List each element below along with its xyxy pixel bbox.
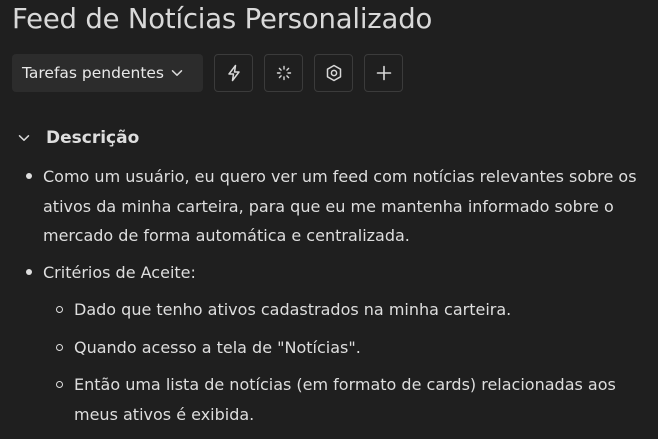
criteria-given: Dado que tenho ativos cadastrados na min… bbox=[43, 295, 658, 325]
toolbar: Tarefas pendentes bbox=[12, 54, 403, 92]
lightning-icon bbox=[226, 64, 242, 82]
automation-button[interactable] bbox=[214, 54, 253, 92]
settings-button[interactable] bbox=[314, 54, 353, 92]
criteria-label: Critérios de Aceite: bbox=[43, 262, 196, 282]
section-title: Descrição bbox=[46, 128, 140, 148]
criteria-then: Então uma lista de notícias (em formato … bbox=[43, 370, 658, 429]
chevron-down-icon bbox=[171, 69, 183, 77]
progress-button[interactable] bbox=[264, 54, 303, 92]
loading-icon bbox=[276, 65, 292, 81]
description-content: Como um usuário, eu quero ver um feed co… bbox=[0, 162, 658, 437]
page-title: Feed de Notícias Personalizado bbox=[12, 3, 433, 35]
status-dropdown-label: Tarefas pendentes bbox=[22, 64, 165, 82]
criteria-list: Dado que tenho ativos cadastrados na min… bbox=[43, 295, 658, 429]
plus-icon bbox=[376, 65, 392, 81]
user-story-item: Como um usuário, eu quero ver um feed co… bbox=[0, 162, 658, 251]
settings-hexagon-icon bbox=[325, 64, 343, 82]
acceptance-criteria-item: Critérios de Aceite: Dado que tenho ativ… bbox=[0, 258, 658, 430]
criteria-when: Quando acesso a tela de "Notícias". bbox=[43, 333, 658, 363]
add-button[interactable] bbox=[364, 54, 403, 92]
status-dropdown[interactable]: Tarefas pendentes bbox=[12, 54, 203, 92]
chevron-down-icon bbox=[18, 134, 34, 142]
description-section-toggle[interactable]: Descrição bbox=[18, 128, 139, 148]
